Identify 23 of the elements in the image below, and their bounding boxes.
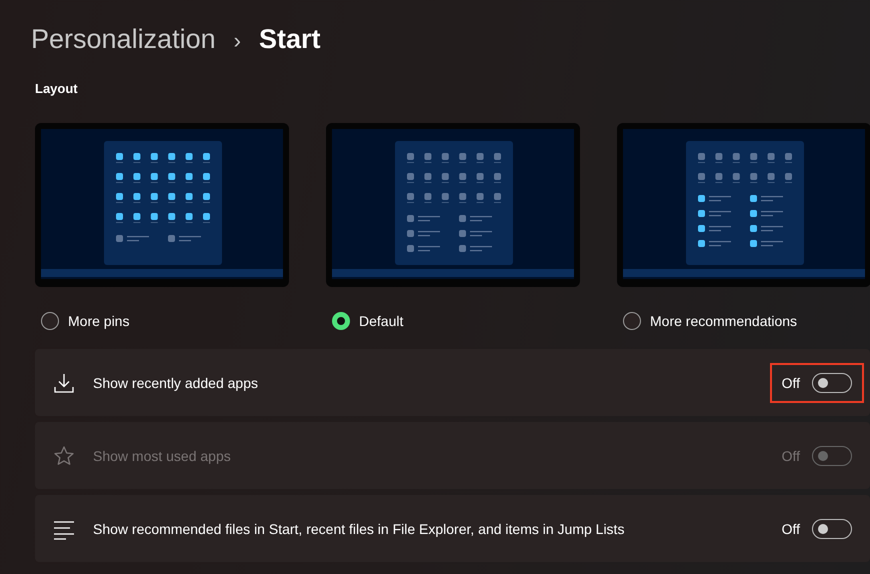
download-icon <box>53 372 75 394</box>
setting-label: Show recommended files in Start, recent files in File Explorer, and items in Jump Lists <box>93 520 626 536</box>
star-icon <box>53 444 75 466</box>
radio-button[interactable] <box>623 312 641 330</box>
layout-preview-drawing[interactable] <box>326 123 580 287</box>
toggle-switch[interactable] <box>812 372 852 392</box>
breadcrumb-separator: › <box>234 28 241 54</box>
page-title: Start <box>258 24 320 55</box>
section-heading: Layout <box>35 81 79 96</box>
toggle-state-text: Off <box>782 374 800 390</box>
radio-button[interactable] <box>332 312 350 330</box>
layout-radio-option[interactable]: More pins <box>41 312 130 330</box>
toggle-state-text: Off <box>782 448 800 464</box>
toggle-switch[interactable] <box>812 518 852 538</box>
breadcrumb-parent[interactable]: Personalization <box>31 24 216 55</box>
layout-radio-option[interactable]: More recommendations <box>623 312 798 330</box>
radio-button[interactable] <box>41 312 59 330</box>
layout-radio-option[interactable]: Default <box>332 312 404 330</box>
layout-preview-drawing[interactable] <box>35 123 289 287</box>
setting-label: Show recently added apps <box>93 374 259 390</box>
layout-preview-drawing[interactable] <box>617 123 870 287</box>
toggle-state-text: Off <box>782 520 800 536</box>
setting-label: Show most used apps <box>93 448 232 464</box>
